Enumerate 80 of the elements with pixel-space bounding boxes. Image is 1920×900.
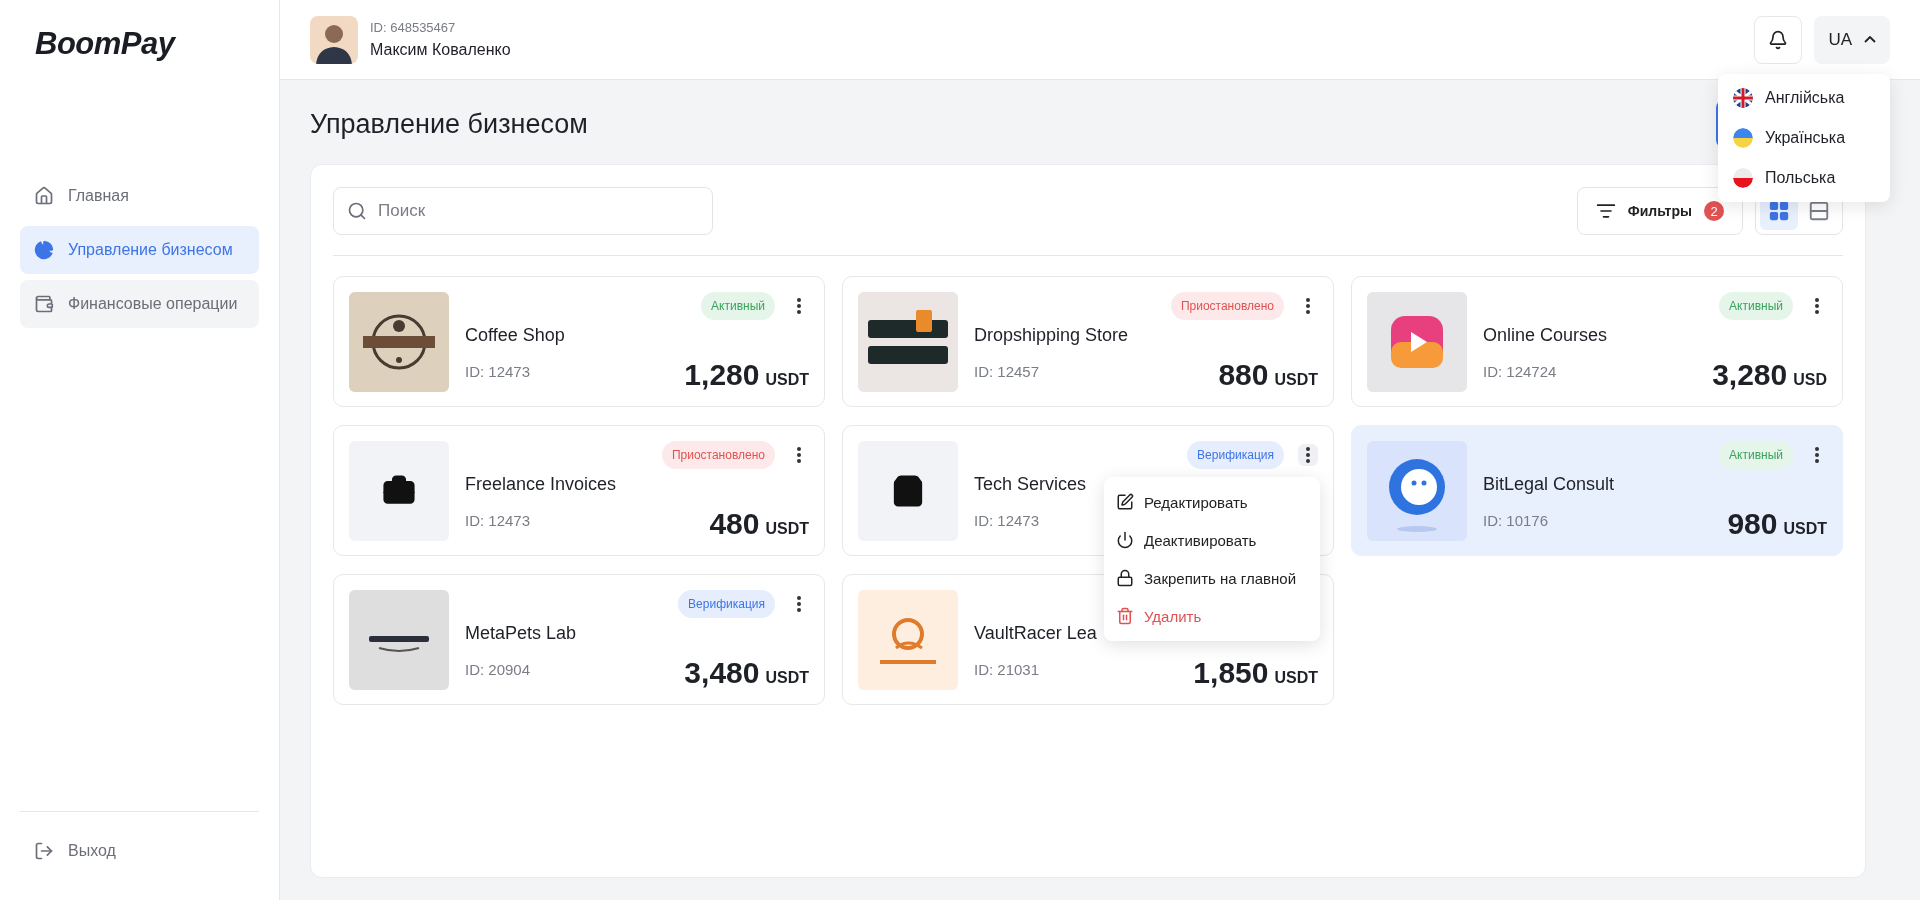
language-option[interactable]: Англійська: [1718, 78, 1890, 118]
balance-amount: 980 USDT: [1727, 507, 1827, 541]
more-icon: [797, 447, 801, 463]
business-name: MetaPets Lab: [465, 623, 578, 645]
logout-icon: [34, 841, 54, 861]
business-name: BitLegal Consult: [1483, 474, 1616, 496]
power-icon: [1116, 531, 1134, 549]
grid-icon: [1768, 200, 1790, 222]
balance-amount: 1,280 USDT: [684, 358, 809, 392]
language-button[interactable]: UA: [1814, 15, 1890, 64]
balance-amount: 480 USDT: [709, 507, 809, 541]
business-id: ID: 124724: [1483, 362, 1558, 380]
sidebar-item[interactable]: Управление бизнесом: [20, 226, 259, 274]
chevron-up-icon: [1864, 36, 1876, 43]
business-id: ID: 12473: [465, 362, 532, 380]
avatar: [310, 15, 358, 64]
menu-item[interactable]: Удалить: [1104, 597, 1320, 635]
business-card[interactable]: Coffee Shop Активный ID: 12473 1,280 USDT: [333, 276, 825, 407]
filters-button[interactable]: Фильтры 2: [1576, 187, 1743, 235]
menu-item[interactable]: Редактировать: [1104, 483, 1320, 521]
balance-amount: 880 USDT: [1218, 358, 1318, 392]
business-id: ID: 12473: [974, 511, 1041, 529]
user-name: Максим Коваленко: [370, 41, 511, 59]
flag-icon: [1733, 168, 1753, 188]
filter-count: 2: [1704, 201, 1724, 221]
filter-icon: [1595, 201, 1616, 221]
bell-icon: [1768, 29, 1789, 50]
balance-amount: 3,280 USD: [1712, 358, 1827, 392]
more-icon: [797, 596, 801, 612]
business-name: Freelance Invoices: [465, 474, 618, 496]
status-badge: Активный: [1719, 441, 1793, 469]
status-badge: Активный: [701, 292, 775, 320]
business-name: Coffee Shop: [465, 325, 566, 347]
flag-icon: [1733, 88, 1753, 108]
user-id: ID: 648535467: [370, 20, 457, 35]
business-card[interactable]: BitLegal Consult Активный ID: 10176 980 USDT: [1351, 425, 1843, 556]
balance-amount: 3,480 USDT: [684, 656, 809, 690]
more-icon: [1815, 298, 1819, 314]
business-name: Tech Services: [974, 474, 1088, 496]
edit-icon: [1116, 493, 1134, 511]
search-icon: [347, 201, 367, 221]
business-name: VaultRacer Lea: [974, 623, 1098, 645]
more-button[interactable]: [1298, 444, 1318, 466]
lock-icon: [1116, 569, 1134, 587]
sidebar-item[interactable]: Финансовые операции: [20, 280, 259, 328]
business-card[interactable]: Dropshipping Store Приостановлено ID: 12457 880 USDT: [842, 276, 1334, 407]
business-card[interactable]: MetaPets Lab Верификация ID: 20904 3,480 USDT: [333, 574, 825, 705]
search-field[interactable]: Поиск: [333, 187, 713, 235]
status-badge: Верификация: [678, 590, 775, 618]
business-id: ID: 12457: [974, 362, 1041, 380]
status-badge: Активный: [1719, 292, 1793, 320]
status-badge: Верификация: [1187, 441, 1284, 469]
more-icon: [1306, 298, 1310, 314]
rows-icon: [1808, 200, 1830, 222]
logo: BoomPay: [35, 26, 177, 62]
wallet-icon: [34, 294, 54, 314]
notifications-button[interactable]: [1754, 15, 1803, 64]
business-id: ID: 10176: [1483, 511, 1550, 529]
pie-chart-icon: [34, 240, 54, 260]
home-icon: [34, 186, 54, 206]
business-id: ID: 20904: [465, 660, 532, 678]
sidebar-item[interactable]: Главная: [20, 172, 259, 220]
business-card[interactable]: Online Courses Активный ID: 124724 3,280 USD: [1351, 276, 1843, 407]
trash-icon: [1116, 607, 1134, 625]
more-icon: [1815, 447, 1819, 463]
business-name: Online Courses: [1483, 325, 1609, 347]
more-icon: [1306, 447, 1310, 463]
status-badge: Приостановлено: [661, 441, 775, 469]
business-id: ID: 12473: [465, 511, 532, 529]
page-title: Управление бизнесом: [310, 108, 588, 140]
business-id: ID: 21031: [974, 660, 1041, 678]
language-option[interactable]: Українська: [1718, 118, 1890, 158]
business-name: Dropshipping Store: [974, 325, 1130, 347]
flag-icon: [1733, 128, 1753, 148]
balance-amount: 1,850 USDT: [1193, 656, 1318, 690]
logout-link[interactable]: Выход: [20, 828, 259, 874]
more-icon: [797, 298, 801, 314]
business-card[interactable]: Freelance Invoices Приостановлено ID: 12473 480 USDT: [333, 425, 825, 556]
menu-item[interactable]: Деактивировать: [1104, 521, 1320, 559]
status-badge: Приостановлено: [1170, 292, 1284, 320]
